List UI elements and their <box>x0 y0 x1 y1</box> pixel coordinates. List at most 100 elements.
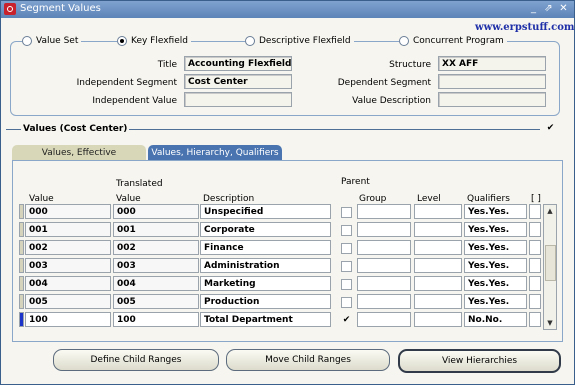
description-cell[interactable]: Marketing <box>200 276 331 291</box>
independent-value-field[interactable] <box>184 92 292 107</box>
level-cell[interactable] <box>414 204 462 219</box>
flexfield-cell[interactable] <box>529 204 541 219</box>
level-cell[interactable] <box>414 294 462 309</box>
value-cell[interactable]: 002 <box>25 240 111 255</box>
parent-checkbox[interactable] <box>341 207 352 218</box>
restore-icon[interactable]: ⇗ <box>542 2 555 16</box>
close-icon[interactable]: ✕ <box>557 2 570 16</box>
view-hierarchies-button[interactable]: View Hierarchies <box>398 349 561 373</box>
qualifiers-cell[interactable]: Yes.Yes. <box>464 294 527 309</box>
description-cell[interactable]: Administration <box>200 258 331 273</box>
column-header-description: Description <box>203 194 255 204</box>
dependent-segment-field[interactable] <box>438 74 546 89</box>
value-description-field[interactable] <box>438 92 546 107</box>
scroll-up-icon[interactable]: ▲ <box>544 205 556 217</box>
parent-checkbox[interactable] <box>341 225 352 236</box>
qualifiers-cell[interactable]: Yes.Yes. <box>464 222 527 237</box>
description-cell[interactable]: Corporate <box>200 222 331 237</box>
flexfield-cell[interactable] <box>529 258 541 273</box>
radio-dot[interactable] <box>245 36 255 46</box>
level-cell[interactable] <box>414 240 462 255</box>
qualifiers-cell[interactable]: Yes.Yes. <box>464 258 527 273</box>
flexfield-cell[interactable] <box>529 222 541 237</box>
row-selector[interactable] <box>19 276 24 291</box>
minimize-icon[interactable]: _ <box>527 2 540 16</box>
segment-values-window: Segment Values _ ⇗ ✕ www.erpstuff.com Va… <box>0 0 575 385</box>
parent-checkbox[interactable] <box>341 243 352 254</box>
qualifiers-cell[interactable]: Yes.Yes. <box>464 240 527 255</box>
section-check-icon[interactable]: ✔ <box>546 124 555 133</box>
translated-value-cell[interactable]: 100 <box>113 312 199 327</box>
description-cell[interactable]: Finance <box>200 240 331 255</box>
vertical-scrollbar[interactable]: ▲ ▼ <box>543 204 557 330</box>
radio-dot[interactable] <box>22 36 32 46</box>
parent-checkbox[interactable] <box>341 279 352 290</box>
row-selector[interactable] <box>19 204 24 219</box>
values-section-title: Values (Cost Center) <box>21 124 130 134</box>
structure-label: Structure <box>389 60 431 70</box>
description-cell[interactable]: Total Department <box>200 312 331 327</box>
group-cell[interactable] <box>357 222 411 237</box>
group-cell[interactable] <box>357 312 411 327</box>
structure-field[interactable]: XX AFF <box>438 56 546 71</box>
translated-value-cell[interactable]: 003 <box>113 258 199 273</box>
level-cell[interactable] <box>414 258 462 273</box>
group-cell[interactable] <box>357 258 411 273</box>
value-cell[interactable]: 100 <box>25 312 111 327</box>
group-cell[interactable] <box>357 204 411 219</box>
row-selector[interactable] <box>19 240 24 255</box>
value-cell[interactable]: 004 <box>25 276 111 291</box>
translated-value-cell[interactable]: 000 <box>113 204 199 219</box>
column-header-flexfield[interactable]: [ ] <box>531 194 541 204</box>
row-selector-current[interactable] <box>19 312 24 327</box>
tab-values-hierarchy-qualifiers[interactable]: Values, Hierarchy, Qualifiers <box>148 145 282 161</box>
group-cell[interactable] <box>357 276 411 291</box>
flexfield-cell[interactable] <box>529 312 541 327</box>
independent-segment-field[interactable]: Cost Center <box>184 74 292 89</box>
move-child-ranges-button[interactable]: Move Child Ranges <box>226 349 390 371</box>
translated-value-cell[interactable]: 002 <box>113 240 199 255</box>
group-cell[interactable] <box>357 240 411 255</box>
value-cell[interactable]: 005 <box>25 294 111 309</box>
parent-checkbox[interactable] <box>341 297 352 308</box>
radio-concurrent-program[interactable]: Concurrent Program <box>399 35 507 47</box>
row-selector[interactable] <box>19 258 24 273</box>
title-label: Title <box>157 60 177 70</box>
group-cell[interactable] <box>357 294 411 309</box>
level-cell[interactable] <box>414 312 462 327</box>
translated-value-cell[interactable]: 004 <box>113 276 199 291</box>
qualifiers-cell[interactable]: No.No. <box>464 312 527 327</box>
description-cell[interactable]: Production <box>200 294 331 309</box>
scroll-thumb[interactable] <box>545 245 556 281</box>
radio-label: Concurrent Program <box>413 36 504 46</box>
parent-checkbox-checked[interactable]: ✔ <box>341 315 352 326</box>
translated-value-cell[interactable]: 001 <box>113 222 199 237</box>
define-child-ranges-button[interactable]: Define Child Ranges <box>53 349 219 371</box>
level-cell[interactable] <box>414 222 462 237</box>
parent-checkbox[interactable] <box>341 261 352 272</box>
window-title: Segment Values <box>20 3 101 14</box>
oracle-app-icon <box>4 3 16 15</box>
scroll-down-icon[interactable]: ▼ <box>544 317 556 329</box>
column-header-qualifiers: Qualifiers <box>467 194 510 204</box>
value-cell[interactable]: 001 <box>25 222 111 237</box>
row-selector[interactable] <box>19 294 24 309</box>
flexfield-cell[interactable] <box>529 294 541 309</box>
value-cell[interactable]: 003 <box>25 258 111 273</box>
tab-values-effective[interactable]: Values, Effective <box>12 145 146 161</box>
radio-value-set[interactable]: Value Set <box>22 35 82 47</box>
description-cell[interactable]: Unspecified <box>200 204 331 219</box>
level-cell[interactable] <box>414 276 462 291</box>
value-cell[interactable]: 000 <box>25 204 111 219</box>
radio-dot-selected[interactable] <box>117 36 127 46</box>
qualifiers-cell[interactable]: Yes.Yes. <box>464 276 527 291</box>
row-selector[interactable] <box>19 222 24 237</box>
translated-value-cell[interactable]: 005 <box>113 294 199 309</box>
flexfield-cell[interactable] <box>529 240 541 255</box>
radio-descriptive-flexfield[interactable]: Descriptive Flexfield <box>245 35 354 47</box>
radio-key-flexfield[interactable]: Key Flexfield <box>117 35 191 47</box>
flexfield-cell[interactable] <box>529 276 541 291</box>
qualifiers-cell[interactable]: Yes.Yes. <box>464 204 527 219</box>
radio-dot[interactable] <box>399 36 409 46</box>
title-field[interactable]: Accounting Flexfield <box>184 56 292 71</box>
